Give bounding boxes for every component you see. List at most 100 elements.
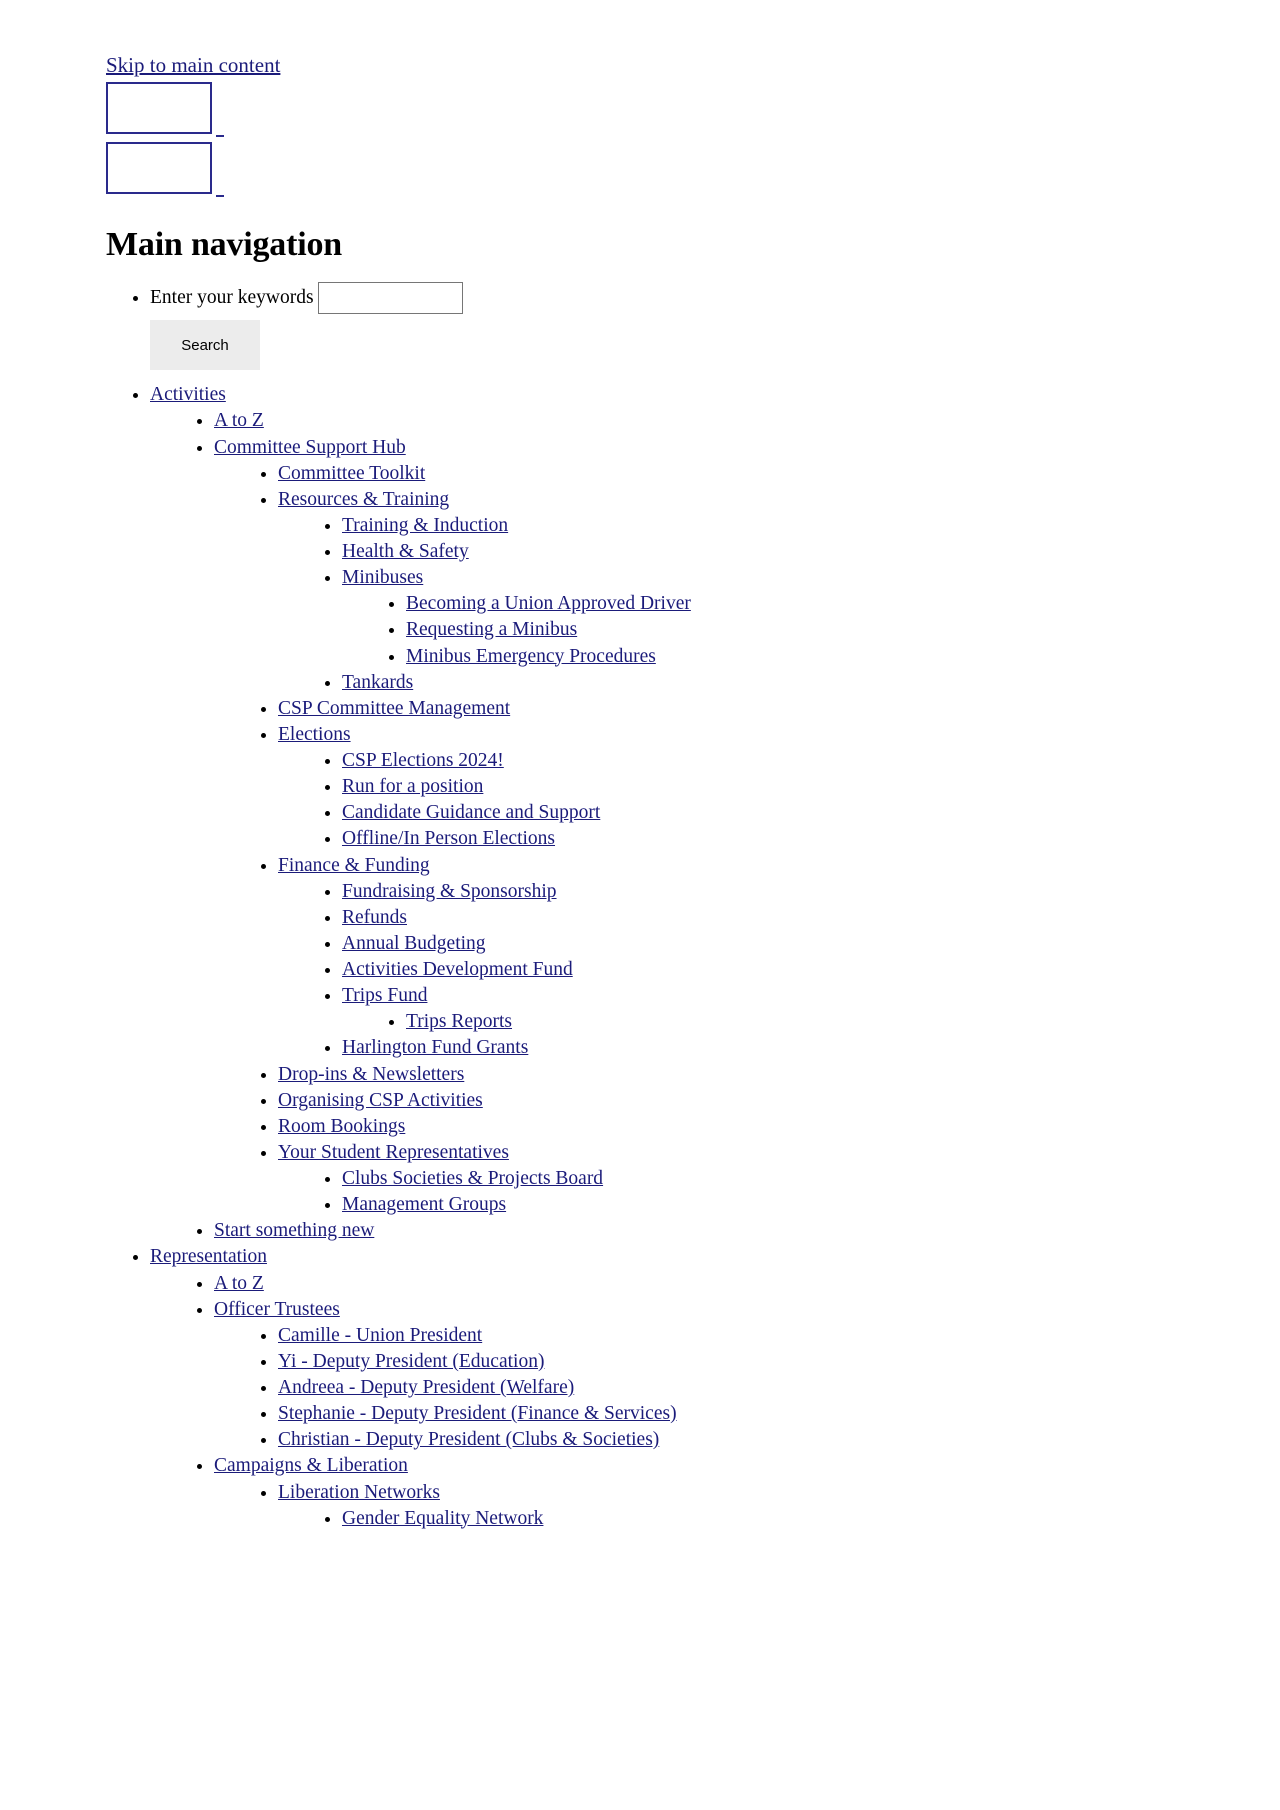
- nav-link-training-induction[interactable]: Training & Induction: [342, 515, 508, 536]
- nav-link-fundraising-sponsorship[interactable]: Fundraising & Sponsorship: [342, 881, 557, 902]
- nav-item-minibuses: Minibuses Becoming a Union Approved Drive…: [342, 565, 1174, 670]
- nav-link-committee-support-hub[interactable]: Committee Support Hub: [214, 437, 406, 458]
- nav-link-finance-funding[interactable]: Finance & Funding: [278, 855, 430, 876]
- nav-item-resources-training: Resources & Training Training & Induction…: [278, 487, 1174, 696]
- skip-to-main-content-row: Skip to main content: [106, 52, 1174, 78]
- nav-link-room-bookings[interactable]: Room Bookings: [278, 1116, 405, 1137]
- alt-text-tail-primary: [216, 135, 224, 138]
- broken-image-icon-secondary[interactable]: [106, 142, 212, 195]
- nav-item-csp-committee-management: CSP Committee Management: [278, 696, 1174, 722]
- nav-sublist-trips-fund: Trips Reports: [342, 1009, 1174, 1035]
- search-form-item: Enter your keywords Search: [150, 282, 1174, 371]
- nav-item-liberation-networks: Liberation Networks Gender Equality Netwo…: [278, 1480, 1174, 1532]
- nav-item-start-something-new: Start something new: [214, 1218, 1174, 1244]
- nav-link-minibuses[interactable]: Minibuses: [342, 567, 423, 588]
- nav-sublist-resources-training: Training & Induction Health & Safety Minib…: [278, 513, 1174, 696]
- nav-sublist-finance-funding: Fundraising & Sponsorship Refunds Annual B…: [278, 879, 1174, 1062]
- nav-link-camille-union-president[interactable]: Camille - Union President: [278, 1325, 482, 1346]
- alt-text-tail-secondary: [216, 195, 224, 198]
- nav-sublist-representation: A to Z Officer Trustees Camille - Union Pr…: [150, 1271, 1174, 1532]
- nav-link-candidate-guidance-and-support[interactable]: Candidate Guidance and Support: [342, 802, 600, 823]
- nav-item-andreea-deputy-president-welfare: Andreea - Deputy President (Welfare): [278, 1375, 1174, 1401]
- nav-link-a-to-z[interactable]: A to Z: [214, 1273, 264, 1294]
- nav-link-refunds[interactable]: Refunds: [342, 907, 407, 928]
- nav-link-campaigns-liberation[interactable]: Campaigns & Liberation: [214, 1455, 408, 1476]
- nav-item-training-induction: Training & Induction: [342, 513, 1174, 539]
- nav-item-room-bookings: Room Bookings: [278, 1114, 1174, 1140]
- nav-link-management-groups[interactable]: Management Groups: [342, 1194, 506, 1215]
- nav-link-yi-deputy-president-education[interactable]: Yi - Deputy President (Education): [278, 1351, 544, 1372]
- nav-link-trips-fund[interactable]: Trips Fund: [342, 985, 427, 1006]
- nav-link-officer-trustees[interactable]: Officer Trustees: [214, 1299, 340, 1320]
- nav-link-run-for-a-position[interactable]: Run for a position: [342, 776, 483, 797]
- broken-image-icon-primary[interactable]: [106, 82, 212, 135]
- nav-link-gender-equality-network[interactable]: Gender Equality Network: [342, 1508, 543, 1529]
- nav-link-csp-committee-management[interactable]: CSP Committee Management: [278, 698, 510, 719]
- search-button[interactable]: Search: [150, 320, 260, 371]
- nav-sublist-committee-support-hub: Committee Toolkit Resources & Training Tra…: [214, 461, 1174, 1219]
- nav-item-harlington-fund-grants: Harlington Fund Grants: [342, 1035, 1174, 1061]
- page-root: Skip to main content Main navigation Ent…: [0, 0, 1174, 1532]
- page-title: Main navigation: [106, 226, 342, 264]
- nav-item-health-safety: Health & Safety: [342, 539, 1174, 565]
- skip-to-main-content-link[interactable]: Skip to main content: [106, 53, 280, 77]
- nav-item-tankards: Tankards: [342, 670, 1174, 696]
- nav-link-christian-deputy-president-clubs-societies[interactable]: Christian - Deputy President (Clubs & So…: [278, 1429, 659, 1450]
- nav-item-candidate-guidance-and-support: Candidate Guidance and Support: [342, 800, 1174, 826]
- nav-link-activities[interactable]: Activities: [150, 384, 226, 405]
- site-logo-secondary-wrap: [106, 142, 1174, 198]
- nav-link-trips-reports[interactable]: Trips Reports: [406, 1011, 512, 1032]
- nav-item-elections: Elections CSP Elections 2024! Run for a po…: [278, 722, 1174, 853]
- nav-link-tankards[interactable]: Tankards: [342, 672, 413, 693]
- nav-link-health-safety[interactable]: Health & Safety: [342, 541, 469, 562]
- nav-link-committee-toolkit[interactable]: Committee Toolkit: [278, 463, 425, 484]
- nav-item-your-student-representatives: Your Student Representatives Clubs Societ…: [278, 1140, 1174, 1218]
- nav-link-stephanie-deputy-president-finance-services[interactable]: Stephanie - Deputy President (Finance & …: [278, 1403, 677, 1424]
- nav-item-requesting-a-minibus: Requesting a Minibus: [406, 617, 1174, 643]
- nav-item-activities: ActivitiesA to ZCommittee Support HubCom…: [150, 382, 1174, 1244]
- nav-link-liberation-networks[interactable]: Liberation Networks: [278, 1482, 440, 1503]
- nav-sublist-elections: CSP Elections 2024! Run for a position Can…: [278, 748, 1174, 853]
- nav-link-harlington-fund-grants[interactable]: Harlington Fund Grants: [342, 1037, 528, 1058]
- nav-item-minibus-emergency-procedures: Minibus Emergency Procedures: [406, 644, 1174, 670]
- nav-link-becoming-a-union-approved-driver[interactable]: Becoming a Union Approved Driver: [406, 593, 691, 614]
- nav-link-activities-development-fund[interactable]: Activities Development Fund: [342, 959, 573, 980]
- nav-item-camille-union-president: Camille - Union President: [278, 1323, 1174, 1349]
- nav-link-a-to-z[interactable]: A to Z: [214, 410, 264, 431]
- nav-item-committee-support-hub: Committee Support Hub Committee Toolkit Re…: [214, 435, 1174, 1219]
- nav-link-your-student-representatives[interactable]: Your Student Representatives: [278, 1142, 509, 1163]
- nav-link-andreea-deputy-president-welfare[interactable]: Andreea - Deputy President (Welfare): [278, 1377, 574, 1398]
- nav-item-finance-funding: Finance & Funding Fundraising & Sponsorsh…: [278, 853, 1174, 1062]
- search-input-label: Enter your keywords: [150, 287, 314, 309]
- nav-link-clubs-societies-projects-board[interactable]: Clubs Societies & Projects Board: [342, 1168, 603, 1189]
- site-logo-primary-wrap: [106, 82, 1174, 138]
- search-input[interactable]: [317, 282, 463, 315]
- nav-link-drop-ins-newsletters[interactable]: Drop-ins & Newsletters: [278, 1064, 464, 1085]
- nav-item-organising-csp-activities: Organising CSP Activities: [278, 1088, 1174, 1114]
- nav-item-run-for-a-position: Run for a position: [342, 774, 1174, 800]
- nav-link-start-something-new[interactable]: Start something new: [214, 1220, 374, 1241]
- nav-link-minibus-emergency-procedures[interactable]: Minibus Emergency Procedures: [406, 646, 656, 667]
- nav-link-annual-budgeting[interactable]: Annual Budgeting: [342, 933, 486, 954]
- nav-item-drop-ins-newsletters: Drop-ins & Newsletters: [278, 1062, 1174, 1088]
- nav-item-clubs-societies-projects-board: Clubs Societies & Projects Board: [342, 1166, 1174, 1192]
- nav-item-csp-elections-2024: CSP Elections 2024!: [342, 748, 1174, 774]
- nav-item-annual-budgeting: Annual Budgeting: [342, 931, 1174, 957]
- nav-link-resources-training[interactable]: Resources & Training: [278, 489, 449, 510]
- nav-sublist-minibuses: Becoming a Union Approved Driver Requesti…: [342, 591, 1174, 669]
- main-navigation-list: Enter your keywords Search Activities A t…: [106, 282, 1174, 1532]
- nav-item-a-to-z: A to Z: [214, 408, 1174, 434]
- nav-link-offline-in-person-elections[interactable]: Offline/In Person Elections: [342, 828, 555, 849]
- nav-link-csp-elections-2024[interactable]: CSP Elections 2024!: [342, 750, 504, 771]
- nav-link-organising-csp-activities[interactable]: Organising CSP Activities: [278, 1090, 483, 1111]
- nav-item-christian-deputy-president-clubs-societies: Christian - Deputy President (Clubs & So…: [278, 1427, 1174, 1453]
- nav-item-yi-deputy-president-education: Yi - Deputy President (Education): [278, 1349, 1174, 1375]
- nav-item-representation: Representation A to Z Officer Trustees Cami…: [150, 1244, 1174, 1531]
- nav-link-requesting-a-minibus[interactable]: Requesting a Minibus: [406, 619, 577, 640]
- nav-link-elections[interactable]: Elections: [278, 724, 351, 745]
- nav-item-offline-in-person-elections: Offline/In Person Elections: [342, 826, 1174, 852]
- nav-link-representation[interactable]: Representation: [150, 1246, 267, 1267]
- nav-item-gender-equality-network: Gender Equality Network: [342, 1506, 1174, 1532]
- nav-item-fundraising-sponsorship: Fundraising & Sponsorship: [342, 879, 1174, 905]
- nav-sublist-activities: A to Z Committee Support Hub Committee Too…: [150, 408, 1174, 1244]
